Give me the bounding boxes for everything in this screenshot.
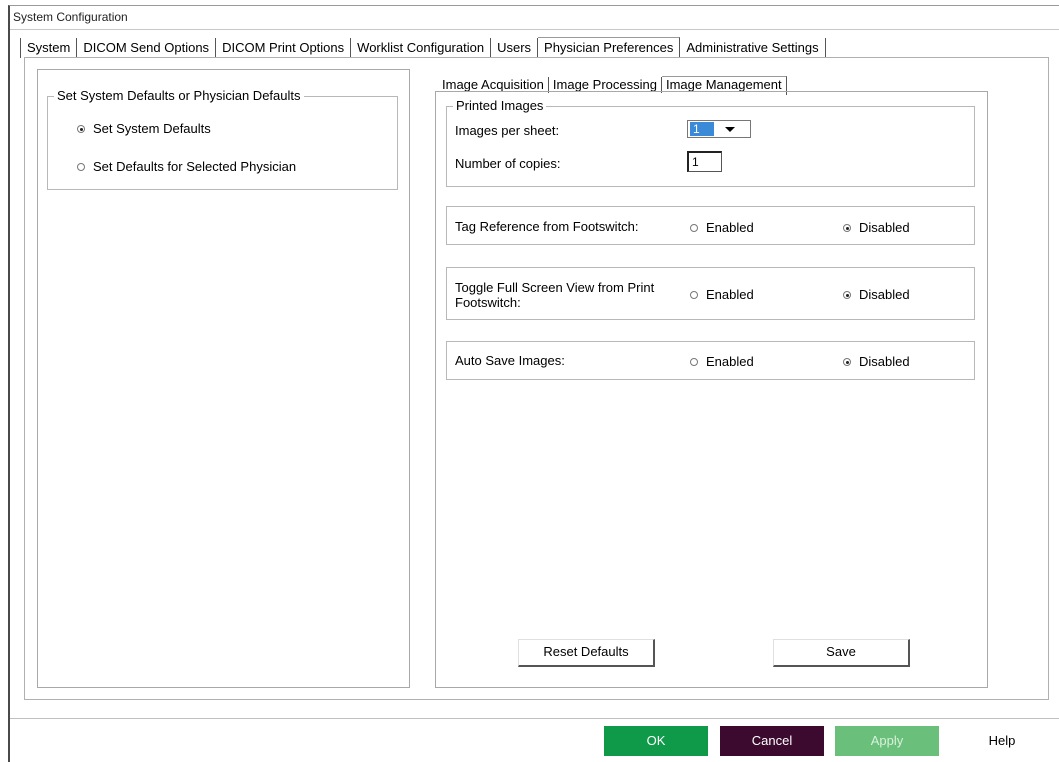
reset-defaults-button[interactable]: Reset Defaults (518, 639, 655, 667)
printed-images-title: Printed Images (453, 98, 547, 113)
cancel-button[interactable]: Cancel (720, 726, 824, 756)
tab-worklist-configuration[interactable]: Worklist Configuration (351, 38, 492, 58)
apply-button[interactable]: Apply (835, 726, 939, 756)
radio-tag-reference-enabled[interactable]: Enabled (690, 220, 754, 235)
main-tab-bar: System DICOM Send Options DICOM Print Opti… (20, 37, 826, 58)
radio-unchecked-icon (690, 290, 698, 299)
radio-set-physician-defaults[interactable]: Set Defaults for Selected Physician (77, 159, 296, 174)
help-button[interactable]: Help (950, 726, 1054, 756)
radio-label: Enabled (706, 220, 754, 235)
radio-unchecked-icon (690, 357, 698, 366)
radio-label: Disabled (859, 287, 910, 302)
radio-unchecked-icon (690, 223, 698, 232)
tab-system[interactable]: System (20, 38, 78, 58)
defaults-group-title: Set System Defaults or Physician Default… (54, 88, 304, 103)
printed-images-group: Printed Images (446, 98, 975, 187)
tab-administrative-settings[interactable]: Administrative Settings (680, 38, 826, 58)
bottom-separator (10, 718, 1059, 719)
tab-dicom-print-options[interactable]: DICOM Print Options (216, 38, 352, 58)
images-per-sheet-select[interactable]: 1 (687, 120, 751, 138)
copies-label: Number of copies: (455, 156, 561, 171)
tab-users[interactable]: Users (491, 38, 539, 58)
copies-input[interactable] (687, 151, 722, 172)
chevron-down-icon (725, 126, 735, 132)
radio-label: Enabled (706, 354, 754, 369)
images-per-sheet-value: 1 (690, 122, 714, 136)
images-per-sheet-label: Images per sheet: (455, 123, 560, 138)
radio-checked-icon (77, 124, 85, 133)
radio-auto-save-disabled[interactable]: Disabled (843, 354, 910, 369)
title-bar: System Configuration (10, 6, 1059, 30)
tab-dicom-send-options[interactable]: DICOM Send Options (77, 38, 217, 58)
window-title: System Configuration (13, 10, 128, 24)
tab-physician-preferences[interactable]: Physician Preferences (538, 37, 681, 58)
defaults-group: Set System Defaults or Physician Default… (47, 88, 398, 190)
save-button[interactable]: Save (773, 639, 910, 667)
full-screen-label: Toggle Full Screen View from Print Foots… (455, 280, 655, 310)
auto-save-label: Auto Save Images: (455, 353, 565, 368)
radio-full-screen-enabled[interactable]: Enabled (690, 287, 754, 302)
radio-full-screen-disabled[interactable]: Disabled (843, 287, 910, 302)
radio-set-system-defaults[interactable]: Set System Defaults (77, 121, 211, 136)
radio-checked-icon (843, 223, 851, 232)
radio-checked-icon (843, 290, 851, 299)
radio-auto-save-enabled[interactable]: Enabled (690, 354, 754, 369)
radio-label: Set Defaults for Selected Physician (93, 159, 297, 174)
tag-reference-label: Tag Reference from Footswitch: (455, 219, 639, 234)
radio-checked-icon (843, 357, 851, 366)
radio-label: Enabled (706, 287, 754, 302)
radio-tag-reference-disabled[interactable]: Disabled (843, 220, 910, 235)
radio-unchecked-icon (77, 162, 85, 171)
radio-label: Set System Defaults (93, 121, 211, 136)
radio-label: Disabled (859, 220, 910, 235)
ok-button[interactable]: OK (604, 726, 708, 756)
radio-label: Disabled (859, 354, 910, 369)
